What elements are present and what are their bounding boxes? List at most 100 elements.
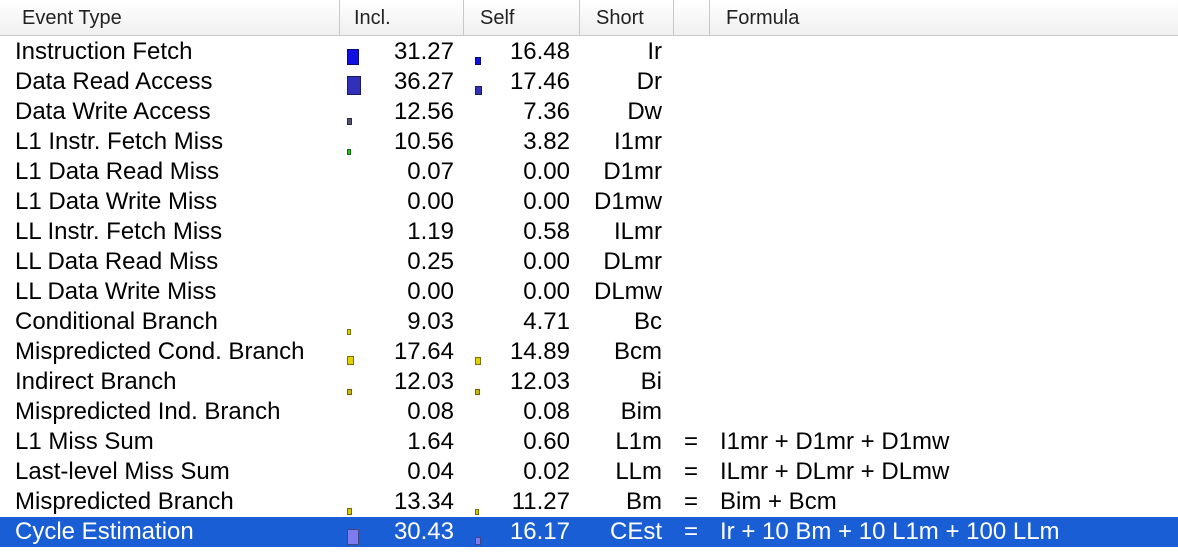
- incl-cost-bar: [344, 67, 364, 97]
- table-row[interactable]: L1 Miss Sum 1.64 0.60 L1m = I1mr + D1mr …: [0, 427, 1178, 457]
- short-name: DLmw: [593, 278, 662, 305]
- short-name: Bcm: [614, 338, 662, 365]
- incl-cost-bar: [344, 367, 364, 397]
- table-row[interactable]: Data Read Access 36.27 17.46 Dr: [0, 67, 1178, 97]
- formula-text: ILmr + DLmr + DLmw: [720, 458, 950, 485]
- table-row[interactable]: Mispredicted Cond. Branch 17.64 14.89 Bc…: [0, 337, 1178, 367]
- column-header-equals[interactable]: [674, 0, 710, 36]
- equals-sign: [676, 97, 706, 127]
- table-row[interactable]: Conditional Branch 9.03 4.71 Bc: [0, 307, 1178, 337]
- equals-sign: [676, 307, 706, 337]
- table-row[interactable]: LL Instr. Fetch Miss 1.19 0.58 ILmr: [0, 217, 1178, 247]
- formula-text: I1mr + D1mr + D1mw: [720, 428, 950, 455]
- short-name: Bi: [640, 368, 662, 395]
- table-row[interactable]: LL Data Write Miss 0.00 0.00 DLmw: [0, 277, 1178, 307]
- incl-value: 1.19: [407, 218, 454, 245]
- equals-sign: [676, 397, 706, 427]
- equals-sign: =: [683, 458, 698, 485]
- table-row[interactable]: Mispredicted Branch 13.34 11.27 Bm = Bim…: [0, 487, 1178, 517]
- table-row[interactable]: Last-level Miss Sum 0.04 0.02 LLm = ILmr…: [0, 457, 1178, 487]
- event-type-name: Mispredicted Ind. Branch: [15, 398, 281, 425]
- table-row[interactable]: L1 Data Read Miss 0.07 0.00 D1mr: [0, 157, 1178, 187]
- equals-sign: =: [683, 488, 698, 515]
- event-type-name: Instruction Fetch: [15, 38, 193, 65]
- short-name: Dr: [636, 68, 662, 95]
- self-value: 0.08: [523, 398, 570, 425]
- incl-value: 9.03: [407, 308, 454, 335]
- column-header-short[interactable]: Short: [580, 0, 674, 36]
- incl-value: 12.56: [393, 98, 454, 125]
- incl-cost-bar: [344, 307, 364, 337]
- self-value: 0.58: [523, 218, 570, 245]
- event-type-name: L1 Instr. Fetch Miss: [15, 128, 224, 155]
- event-type-name: Last-level Miss Sum: [15, 458, 230, 485]
- self-value: 0.00: [523, 158, 570, 185]
- table-row[interactable]: L1 Instr. Fetch Miss 10.56 3.82 I1mr: [0, 127, 1178, 157]
- self-value: 12.03: [509, 368, 570, 395]
- column-header-incl[interactable]: Incl.: [340, 0, 464, 36]
- incl-value: 0.00: [407, 188, 454, 215]
- self-value: 11.27: [511, 488, 570, 515]
- incl-value: 13.34: [393, 488, 454, 515]
- short-name: Bim: [620, 398, 662, 425]
- short-name: D1mr: [603, 158, 662, 185]
- short-name: Bm: [626, 488, 662, 515]
- formula-text: Bim + Bcm: [720, 488, 837, 515]
- event-type-name: L1 Miss Sum: [15, 428, 154, 455]
- event-type-name: LL Instr. Fetch Miss: [15, 218, 223, 245]
- short-name: I1mr: [614, 128, 662, 155]
- short-name: CEst: [609, 518, 662, 545]
- equals-sign: [676, 247, 706, 277]
- table-row[interactable]: Indirect Branch 12.03 12.03 Bi: [0, 367, 1178, 397]
- column-header-self[interactable]: Self: [464, 0, 580, 36]
- column-header-formula[interactable]: Formula: [710, 0, 1178, 36]
- incl-value: 10.56: [393, 128, 454, 155]
- event-type-name: LL Data Read Miss: [15, 248, 219, 275]
- self-value: 0.00: [523, 278, 570, 305]
- equals-sign: [676, 367, 706, 397]
- incl-cost-bar: [344, 517, 364, 547]
- incl-value: 0.07: [407, 158, 454, 185]
- equals-sign: [676, 337, 706, 367]
- event-type-name: LL Data Write Miss: [15, 278, 217, 305]
- self-value: 17.46: [509, 68, 570, 95]
- incl-value: 31.27: [393, 38, 454, 65]
- short-name: D1mw: [593, 188, 662, 215]
- short-name: Dw: [627, 98, 662, 125]
- column-header-event-type[interactable]: Event Type: [0, 0, 340, 36]
- formula-text: Ir + 10 Bm + 10 L1m + 100 LLm: [720, 518, 1060, 545]
- table-row[interactable]: Data Write Access 12.56 7.36 Dw: [0, 97, 1178, 127]
- table-row[interactable]: LL Data Read Miss 0.25 0.00 DLmr: [0, 247, 1178, 277]
- self-value: 0.00: [523, 248, 570, 275]
- table-row[interactable]: Instruction Fetch 31.27 16.48 Ir: [0, 37, 1178, 67]
- event-type-name: Cycle Estimation: [15, 518, 194, 545]
- incl-value: 0.25: [407, 248, 454, 275]
- equals-sign: [676, 37, 706, 67]
- event-type-name: Mispredicted Cond. Branch: [15, 338, 305, 365]
- short-name: DLmr: [603, 248, 662, 275]
- event-type-table: Event Type Incl. Self Short Formula Inst…: [0, 0, 1178, 558]
- table-row[interactable]: Cycle Estimation 30.43 16.17 CEst = Ir +…: [0, 517, 1178, 547]
- incl-value: 36.27: [393, 68, 454, 95]
- self-value: 4.71: [523, 308, 570, 335]
- incl-value: 0.04: [407, 458, 454, 485]
- short-name: Bc: [633, 308, 662, 335]
- event-type-name: L1 Data Write Miss: [15, 188, 218, 215]
- table-row[interactable]: Mispredicted Ind. Branch 0.08 0.08 Bim: [0, 397, 1178, 427]
- equals-sign: [676, 157, 706, 187]
- self-value: 16.17: [509, 518, 570, 545]
- incl-cost-bar: [344, 127, 364, 157]
- incl-cost-bar: [344, 97, 364, 127]
- equals-sign: [676, 277, 706, 307]
- short-name: Ir: [647, 38, 662, 65]
- event-type-name: L1 Data Read Miss: [15, 158, 220, 185]
- incl-cost-bar: [344, 37, 364, 67]
- equals-sign: [676, 127, 706, 157]
- short-name: L1m: [615, 428, 662, 455]
- incl-cost-bar: [344, 487, 364, 517]
- table-row[interactable]: L1 Data Write Miss 0.00 0.00 D1mw: [0, 187, 1178, 217]
- self-value: 0.60: [523, 428, 570, 455]
- self-value: 14.89: [509, 338, 570, 365]
- incl-value: 1.64: [407, 428, 454, 455]
- event-type-name: Mispredicted Branch: [15, 488, 234, 515]
